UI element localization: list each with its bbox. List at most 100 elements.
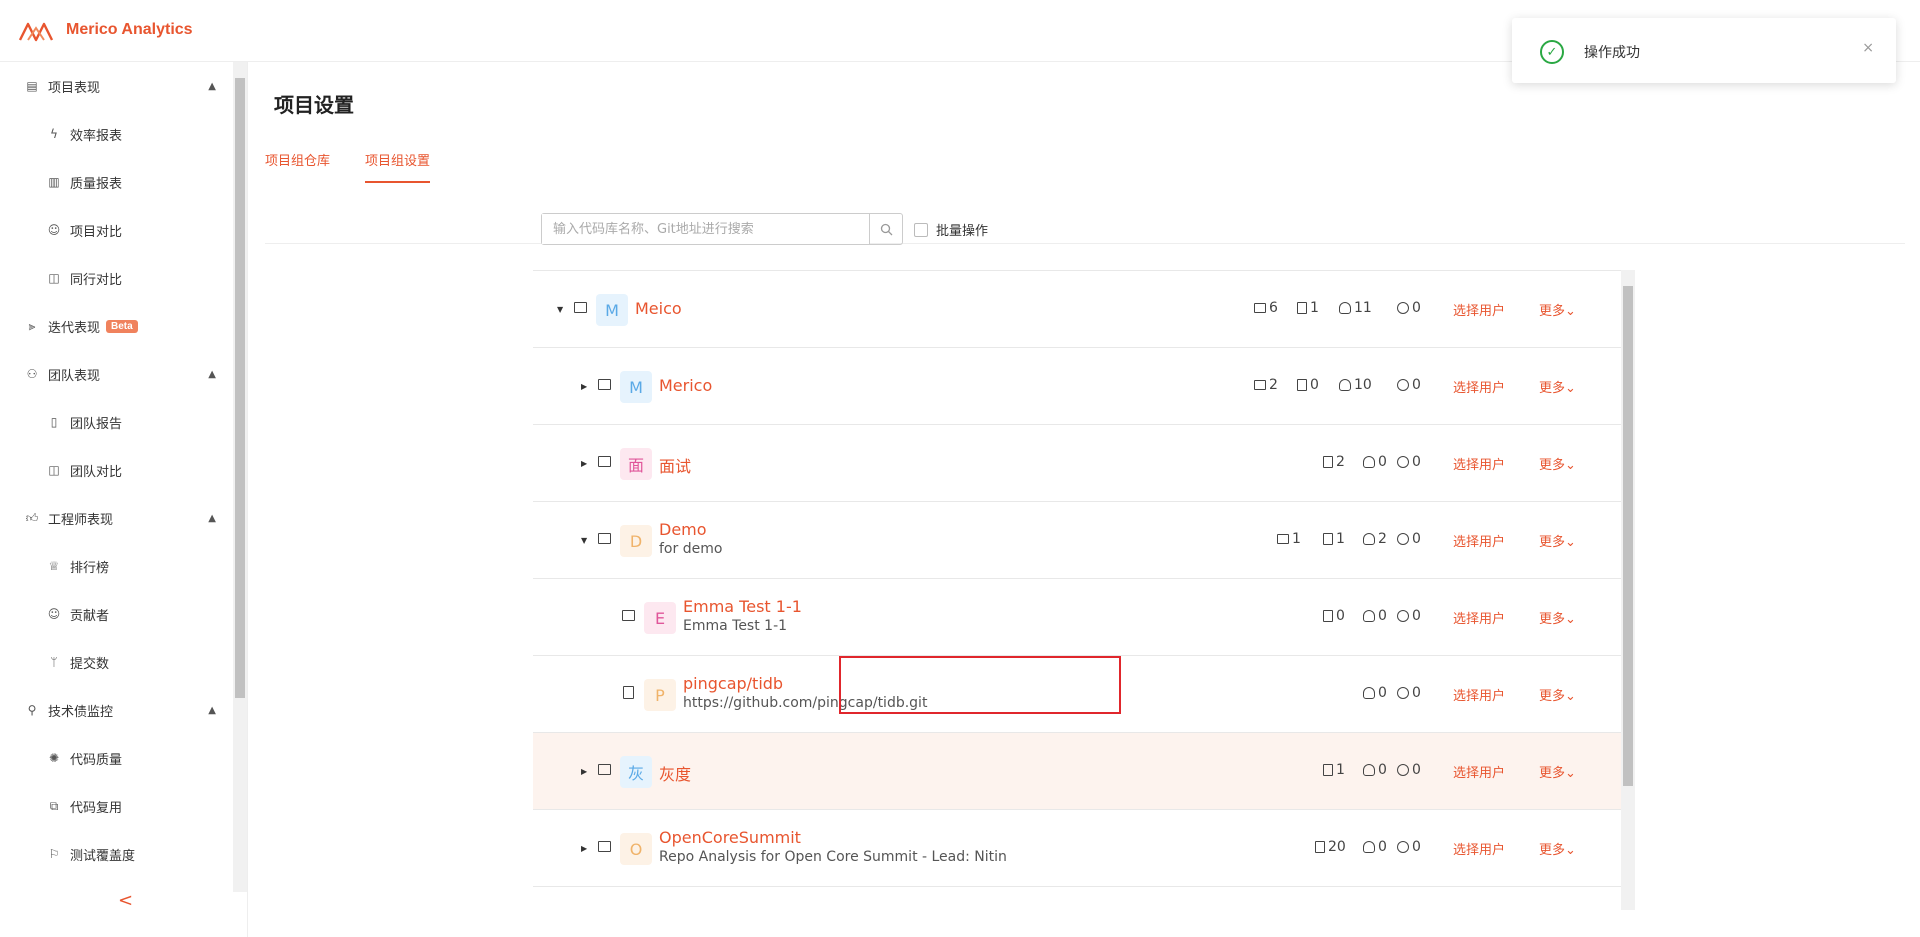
sidebar-item-team-performance[interactable]: ⚇ 团队表现 ▲ bbox=[0, 350, 234, 398]
avatar: 面 bbox=[620, 448, 652, 480]
avatar: M bbox=[596, 294, 628, 326]
tree-row[interactable]: ▶ 面 面试 2 0 0 选择用户 更多⌄ bbox=[533, 425, 1621, 502]
tree-scrollbar-thumb[interactable] bbox=[1623, 286, 1633, 786]
sidebar-item-team-report[interactable]: ▯ 团队报告 bbox=[0, 398, 234, 446]
sidebar-scrollbar[interactable] bbox=[233, 62, 247, 892]
row-name[interactable]: OpenCoreSummit bbox=[659, 828, 801, 847]
sidebar-item-team-compare[interactable]: ◫ 团队对比 bbox=[0, 446, 234, 494]
select-users-link[interactable]: 选择用户 bbox=[1453, 300, 1505, 319]
folder-count: 6 bbox=[1254, 300, 1278, 316]
row-name[interactable]: Demo bbox=[659, 520, 707, 539]
sidebar-item-contributors[interactable]: ☺ 贡献者 bbox=[0, 590, 234, 638]
sidebar-item-efficiency-report[interactable]: ϟ 效率报表 bbox=[0, 110, 234, 158]
sidebar-item-quality-report[interactable]: ▥ 质量报表 bbox=[0, 158, 234, 206]
sidebar-item-peer-compare[interactable]: ◫ 同行对比 bbox=[0, 254, 234, 302]
select-users-link[interactable]: 选择用户 bbox=[1453, 839, 1505, 858]
batch-checkbox[interactable] bbox=[914, 222, 928, 237]
tab-project-group-settings[interactable]: 项目组设置 bbox=[365, 150, 431, 183]
group-user-count: 0 bbox=[1397, 685, 1421, 701]
sidebar-item-test-coverage[interactable]: ⚐ 测试覆盖度 bbox=[0, 830, 234, 878]
sidebar: ▤ 项目表现 ▲ ϟ 效率报表 ▥ 质量报表 ☺ 项目对比 ◫ 同行对比 ⫸ 迭… bbox=[0, 62, 248, 937]
folder-icon bbox=[1254, 380, 1266, 390]
dashboard-icon: ▤ bbox=[26, 79, 38, 93]
tree-row[interactable]: P pingcap/tidb https://github.com/pingca… bbox=[533, 656, 1621, 733]
user-icon bbox=[1339, 379, 1351, 391]
sidebar-item-code-quality[interactable]: ✺ 代码质量 bbox=[0, 734, 234, 782]
sidebar-scrollbar-thumb[interactable] bbox=[235, 78, 245, 698]
select-users-link[interactable]: 选择用户 bbox=[1453, 377, 1505, 396]
more-dropdown[interactable]: 更多⌄ bbox=[1539, 377, 1576, 396]
caret-right-icon[interactable]: ▶ bbox=[581, 767, 587, 776]
tab-bar: 项目组仓库 项目组设置 bbox=[265, 62, 1905, 244]
sidebar-item-commits[interactable]: ᛘ 提交数 bbox=[0, 638, 234, 686]
select-users-link[interactable]: 选择用户 bbox=[1453, 531, 1505, 550]
more-dropdown[interactable]: 更多⌄ bbox=[1539, 762, 1576, 781]
tab-project-group-repos[interactable]: 项目组仓库 bbox=[265, 150, 330, 169]
search-input[interactable] bbox=[542, 214, 869, 244]
tree-row[interactable]: ▶ 灰 灰度 1 0 0 选择用户 更多⌄ bbox=[533, 733, 1621, 810]
repo-count: 1 bbox=[1323, 531, 1345, 547]
sidebar-item-label: 项目对比 bbox=[70, 224, 123, 240]
chevron-down-icon: ⌄ bbox=[1565, 535, 1576, 550]
select-users-link[interactable]: 选择用户 bbox=[1453, 454, 1505, 473]
avatar: D bbox=[620, 525, 652, 557]
row-name[interactable]: Meico bbox=[635, 299, 682, 318]
more-dropdown[interactable]: 更多⌄ bbox=[1539, 531, 1576, 550]
sidebar-item-label: 团队报告 bbox=[70, 416, 123, 432]
tree-row[interactable]: ▼ M Meico 6 1 11 0 选择用户 更多⌄ bbox=[533, 271, 1621, 348]
sidebar-item-label: 同行对比 bbox=[70, 272, 123, 288]
sidebar-item-label: 团队对比 bbox=[70, 464, 123, 480]
tree-row[interactable]: E Emma Test 1-1 Emma Test 1-1 0 0 0 选择用户… bbox=[533, 579, 1621, 656]
batch-label: 批量操作 bbox=[936, 224, 989, 239]
folder-icon bbox=[1277, 534, 1289, 544]
close-icon[interactable]: × bbox=[1862, 40, 1874, 56]
tree-scrollbar[interactable] bbox=[1621, 270, 1635, 910]
caret-down-icon[interactable]: ▼ bbox=[581, 536, 587, 545]
beta-badge: Beta bbox=[106, 319, 138, 333]
folder-icon bbox=[598, 533, 611, 544]
batch-operation-toggle[interactable]: 批量操作 bbox=[914, 220, 988, 239]
more-dropdown[interactable]: 更多⌄ bbox=[1539, 300, 1576, 319]
more-dropdown[interactable]: 更多⌄ bbox=[1539, 685, 1576, 704]
tree-row[interactable]: ▶ O OpenCoreSummit Repo Analysis for Ope… bbox=[533, 810, 1621, 887]
caret-right-icon[interactable]: ▶ bbox=[581, 459, 587, 468]
search-button[interactable] bbox=[869, 214, 902, 244]
sidebar-item-tech-debt[interactable]: ⚲ 技术债监控 ▲ bbox=[0, 686, 234, 734]
row-name[interactable]: 面试 bbox=[659, 453, 691, 477]
sidebar-item-project-compare[interactable]: ☺ 项目对比 bbox=[0, 206, 234, 254]
more-dropdown[interactable]: 更多⌄ bbox=[1539, 454, 1576, 473]
caret-right-icon[interactable]: ▶ bbox=[581, 844, 587, 853]
sidebar-item-label: 测试覆盖度 bbox=[70, 848, 136, 864]
bug-icon: ✺ bbox=[48, 751, 60, 765]
collapse-sidebar-button[interactable]: < bbox=[118, 890, 133, 911]
row-description: for demo bbox=[659, 541, 723, 557]
row-description: Emma Test 1-1 bbox=[683, 618, 788, 634]
brand[interactable]: Merico Analytics bbox=[18, 18, 193, 42]
caret-down-icon[interactable]: ▼ bbox=[557, 305, 563, 314]
smile-icon: ☺ bbox=[47, 223, 61, 237]
chevron-down-icon: ⌄ bbox=[1565, 304, 1576, 319]
sidebar-item-iteration[interactable]: ⫸ 迭代表现 Beta bbox=[0, 302, 234, 350]
row-name[interactable]: Emma Test 1-1 bbox=[683, 597, 802, 616]
group-user-count: 0 bbox=[1397, 377, 1421, 393]
tree-row[interactable]: ▶ M Merico 2 0 10 0 选择用户 更多⌄ bbox=[533, 348, 1621, 425]
row-name[interactable]: pingcap/tidb bbox=[683, 674, 783, 693]
select-users-link[interactable]: 选择用户 bbox=[1453, 685, 1505, 704]
user-count: 0 bbox=[1363, 762, 1387, 778]
row-name[interactable]: Merico bbox=[659, 376, 712, 395]
select-users-link[interactable]: 选择用户 bbox=[1453, 608, 1505, 627]
tree-row[interactable]: ▼ D Demo for demo 1 1 2 0 选择用户 更多⌄ bbox=[533, 502, 1621, 579]
row-name[interactable]: 灰度 bbox=[659, 761, 691, 785]
repo-icon bbox=[1315, 841, 1325, 853]
sidebar-item-engineer-performance[interactable]: 👍︎ 工程师表现 ▲ bbox=[0, 494, 234, 542]
select-users-link[interactable]: 选择用户 bbox=[1453, 762, 1505, 781]
users-icon bbox=[1397, 687, 1409, 699]
sidebar-item-leaderboard[interactable]: ♕ 排行榜 bbox=[0, 542, 234, 590]
caret-right-icon[interactable]: ▶ bbox=[581, 382, 587, 391]
sidebar-item-code-reuse[interactable]: ⧉ 代码复用 bbox=[0, 782, 234, 830]
folder-icon bbox=[598, 379, 611, 390]
copy-icon: ⧉ bbox=[49, 798, 59, 813]
more-dropdown[interactable]: 更多⌄ bbox=[1539, 608, 1576, 627]
sidebar-item-project-performance[interactable]: ▤ 项目表现 ▲ bbox=[0, 62, 234, 110]
more-dropdown[interactable]: 更多⌄ bbox=[1539, 839, 1576, 858]
